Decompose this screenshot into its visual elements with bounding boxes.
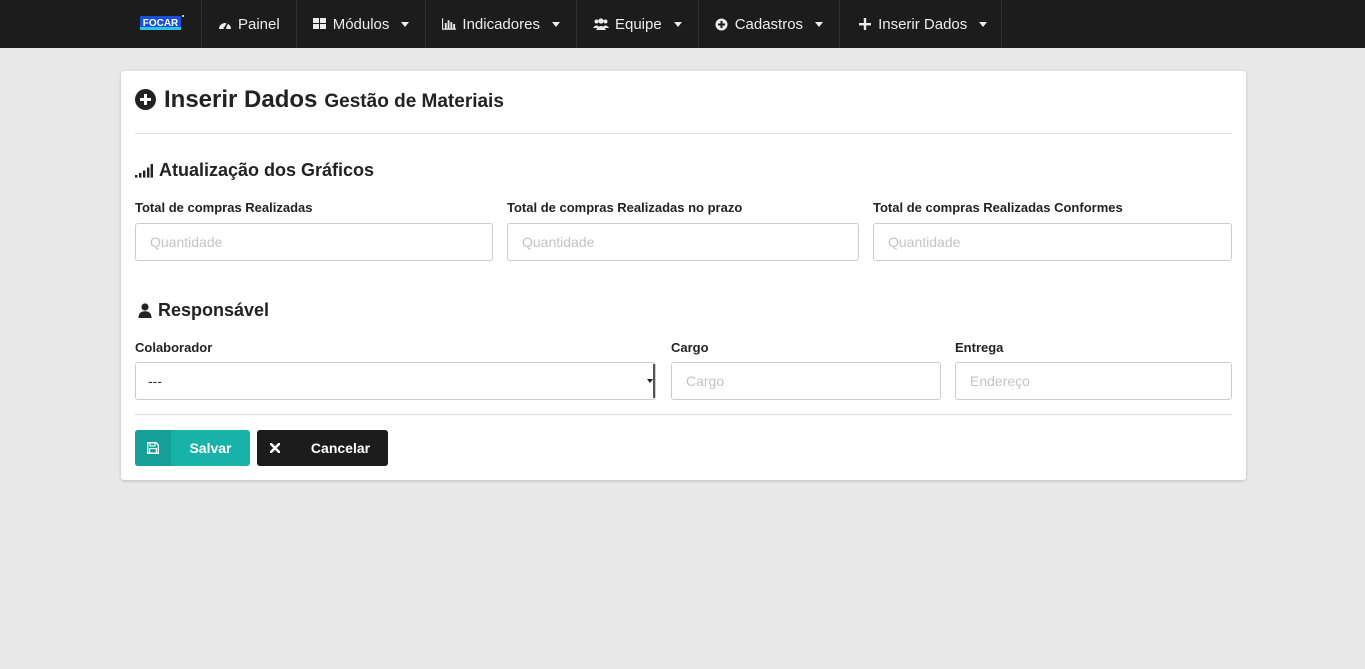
nav-label-cadastros: Cadastros xyxy=(734,15,804,33)
caret-down-icon xyxy=(815,22,824,27)
field-label-colaborador: Colaborador xyxy=(135,340,213,355)
caret-down-icon xyxy=(401,22,410,27)
signal-bars-icon xyxy=(135,163,153,178)
nav-item-modulos[interactable]: Módulos xyxy=(295,0,426,48)
page-title-text: Inserir Dados xyxy=(164,86,318,113)
focar-logo[interactable]: FOCAR xyxy=(139,14,185,32)
bar-chart-icon xyxy=(442,17,457,31)
caret-down-icon xyxy=(979,22,988,27)
field-label-cargo: Cargo xyxy=(671,340,709,355)
section-title-graficos-text: Atualização dos Gráficos xyxy=(159,160,375,180)
compras-no-prazo-input[interactable]: Quantidade xyxy=(507,223,859,261)
form-panel: Inserir Dados Gestão de Materiais Atuali… xyxy=(121,71,1246,480)
page-title: Inserir Dados Gestão de Materiais xyxy=(135,86,504,114)
select-arrow-icon xyxy=(647,364,655,398)
field-label-compras-realizadas: Total de compras Realizadas xyxy=(135,200,313,215)
nav-label-indicadores: Indicadores xyxy=(462,15,540,33)
colaborador-select[interactable]: --- xyxy=(135,362,656,400)
floppy-disk-icon xyxy=(135,430,171,466)
nav-item-indicadores[interactable]: Indicadores xyxy=(425,0,576,48)
caret-down-icon xyxy=(673,22,682,27)
save-button-label: Salvar xyxy=(189,440,232,456)
cancel-button[interactable]: Cancelar xyxy=(257,430,388,466)
colaborador-selected-value: --- xyxy=(148,373,162,389)
field-label-compras-conformes: Total de compras Realizadas Conformes xyxy=(873,200,1123,215)
svg-text:FOCAR: FOCAR xyxy=(143,18,179,29)
section-title-responsavel-text: Responsável xyxy=(158,300,270,320)
section-title-graficos: Atualização dos Gráficos xyxy=(135,160,374,181)
nav-item-equipe[interactable]: Equipe xyxy=(575,0,698,48)
nav-item-inserir-dados[interactable]: Inserir Dados xyxy=(839,0,1003,48)
divider xyxy=(135,133,1232,134)
dashboard-icon xyxy=(218,17,232,31)
cancel-button-label: Cancelar xyxy=(310,440,371,456)
section-title-responsavel: Responsável xyxy=(138,300,269,321)
plus-circle-icon xyxy=(715,17,729,31)
cargo-input[interactable]: Cargo xyxy=(671,362,941,400)
nav-item-cadastros[interactable]: Cadastros xyxy=(697,0,839,48)
plus-icon xyxy=(858,17,872,31)
divider xyxy=(135,414,1232,415)
compras-realizadas-input[interactable]: Quantidade xyxy=(135,223,493,261)
page-subtitle: Gestão de Materiais xyxy=(324,91,504,112)
caret-down-icon xyxy=(551,22,560,27)
field-label-entrega: Entrega xyxy=(955,340,1004,355)
top-navbar: FOCAR Painel Módulos Indicadores Equipe … xyxy=(0,0,1365,48)
entrega-input[interactable]: Endereço xyxy=(955,362,1232,400)
compras-conformes-input[interactable]: Quantidade xyxy=(873,223,1232,261)
field-label-compras-no-prazo: Total de compras Realizadas no prazo xyxy=(507,200,743,215)
nav-label-painel: Painel xyxy=(238,15,280,33)
grid-icon xyxy=(313,17,327,31)
nav-label-inserir-dados: Inserir Dados xyxy=(878,15,968,33)
nav-label-equipe: Equipe xyxy=(614,15,662,33)
users-icon xyxy=(592,17,609,31)
user-icon xyxy=(138,303,152,318)
close-icon xyxy=(257,430,293,466)
plus-circle-icon xyxy=(135,89,156,110)
nav-item-painel[interactable]: Painel xyxy=(201,0,296,48)
nav-label-modulos: Módulos xyxy=(332,15,390,33)
save-button[interactable]: Salvar xyxy=(135,430,250,466)
